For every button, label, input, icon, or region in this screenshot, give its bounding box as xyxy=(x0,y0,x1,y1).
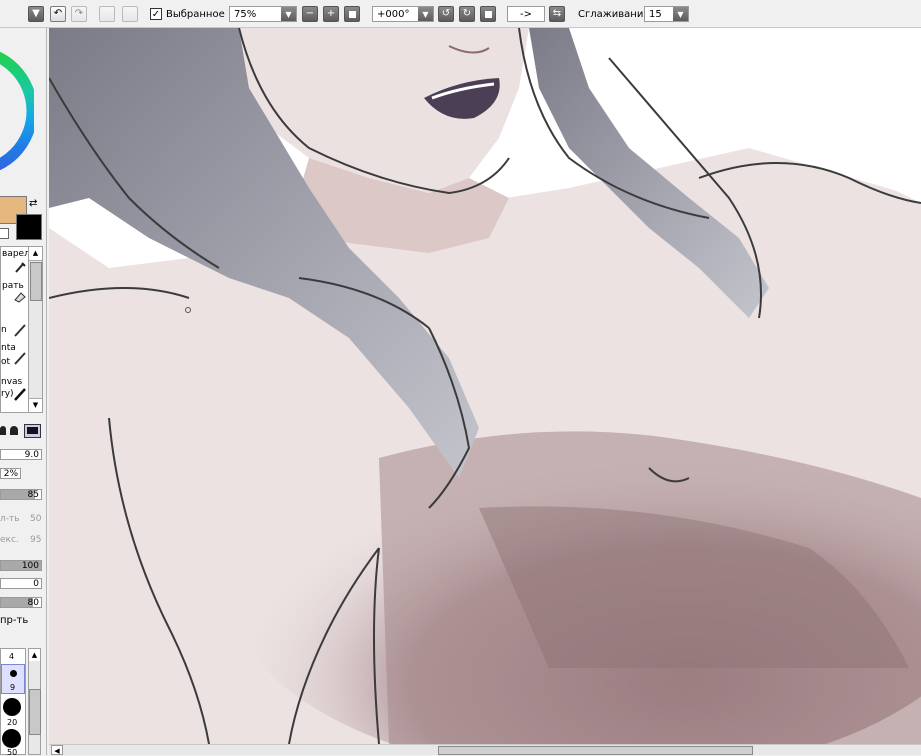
undo-button[interactable]: ↶ xyxy=(50,6,66,22)
top-toolbar: ▼ ↶ ↷ ✓ Выбранное 75% ▼ − + +000° ▼ ↺ ↻ … xyxy=(0,0,921,28)
rotation-dropdown[interactable]: +000° ▼ xyxy=(372,6,434,22)
scroll-thumb[interactable] xyxy=(30,262,42,301)
chevron-down-icon: ▼ xyxy=(281,7,296,21)
brush-size-item[interactable]: 20 xyxy=(1,694,25,727)
brush-dot xyxy=(2,729,21,748)
blending-slider[interactable]: 100 xyxy=(0,560,42,571)
scroll-arrow-icon[interactable]: ◀ xyxy=(51,745,63,755)
swap-colors-icon[interactable]: ⇄ xyxy=(29,198,37,209)
rotate-right-icon[interactable]: ↻ xyxy=(459,6,475,22)
deselect-icon[interactable] xyxy=(122,6,138,22)
chevron-down-icon: ▼ xyxy=(673,7,688,21)
density-slider[interactable]: 85 xyxy=(0,489,42,500)
brush-shape-row xyxy=(0,424,42,438)
eraser-icon xyxy=(14,292,26,303)
rotation-value: +000° xyxy=(377,8,410,20)
scroll-arrow-icon[interactable]: ▼ xyxy=(29,398,42,412)
undo-icon: ↶ xyxy=(53,8,63,19)
tool-list: варел рать n nta ot nvas ry) xyxy=(0,246,30,413)
chevron-down-icon: ▼ xyxy=(418,7,433,21)
zoom-in-icon[interactable]: + xyxy=(323,6,339,22)
menu-arrow-icon[interactable]: ▼ xyxy=(28,6,44,22)
pen-icon xyxy=(14,388,26,401)
transparent-color-icon[interactable] xyxy=(0,228,9,239)
keep-opacity-label: пр-ть xyxy=(0,615,29,626)
selection-label: Выбранное xyxy=(166,9,225,20)
eyedropper-icon xyxy=(15,262,26,273)
brush-dot xyxy=(10,670,17,677)
artwork xyxy=(49,28,921,744)
select-icon[interactable] xyxy=(99,6,115,22)
zoom-value: 75% xyxy=(234,8,257,20)
blend-value: 50 xyxy=(30,514,42,524)
brush-size-item-selected[interactable]: 9 xyxy=(1,664,25,694)
scroll-thumb[interactable] xyxy=(29,689,41,735)
pen-icon xyxy=(14,352,26,365)
brush-shape-soft[interactable] xyxy=(10,426,18,435)
flip-button[interactable]: -> xyxy=(507,6,545,22)
flip-icon[interactable]: ⇆ xyxy=(549,6,565,22)
dilution-slider[interactable]: 0 xyxy=(0,578,42,589)
rotate-reset-glyph xyxy=(484,10,492,18)
tool-item-pen[interactable]: n xyxy=(1,325,7,335)
tool-item-blur[interactable]: рать xyxy=(2,281,24,291)
zoom-out-glyph: − xyxy=(305,8,315,19)
selection-checkbox[interactable]: ✓ xyxy=(150,8,162,20)
texture-label: екс. xyxy=(0,535,19,545)
rotate-reset-icon[interactable] xyxy=(480,6,496,22)
stabilizer-dropdown[interactable]: 15 ▼ xyxy=(644,6,689,22)
secondary-color-swatch[interactable] xyxy=(16,214,42,240)
zoom-out-icon[interactable]: − xyxy=(302,6,318,22)
brush-size-list: 4 9 20 50 xyxy=(0,648,26,755)
blending-value: 100 xyxy=(21,561,39,571)
canvas-horizontal-scrollbar[interactable]: ◀ xyxy=(49,744,921,755)
rotate-left-icon[interactable]: ↺ xyxy=(438,6,454,22)
zoom-in-glyph: + xyxy=(326,8,336,19)
density-value: 85 xyxy=(27,490,39,500)
blend-label: л-ть xyxy=(0,514,20,524)
stabilizer-label: Сглаживание xyxy=(578,9,650,20)
brush-shape-round[interactable] xyxy=(0,426,6,435)
zoom-reset-icon[interactable] xyxy=(344,6,360,22)
brush-size-item[interactable]: 4 xyxy=(1,649,25,664)
brush-shape-flat[interactable] xyxy=(24,424,41,438)
pen-icon xyxy=(14,324,26,337)
tool-sidebar: ⇄ варел рать n nta ot nvas ry) ▲ ▼ 9.0 2… xyxy=(0,28,47,755)
persistence-slider[interactable]: 80 xyxy=(0,597,42,608)
brush-size-label: 9 xyxy=(10,683,16,692)
brush-size-label: 4 xyxy=(9,652,15,661)
tool-item-watercolor[interactable]: варел xyxy=(2,249,30,259)
brush-size-item[interactable]: 50 xyxy=(1,726,25,755)
dilution-value: 0 xyxy=(33,579,39,589)
stabilizer-value: 15 xyxy=(649,8,662,20)
brush-size-scrollbar[interactable]: ▲ xyxy=(28,648,41,755)
redo-button[interactable]: ↷ xyxy=(71,6,87,22)
zoom-dropdown[interactable]: 75% ▼ xyxy=(229,6,297,22)
flip-label: -> xyxy=(520,8,532,20)
scroll-arrow-icon[interactable]: ▲ xyxy=(29,649,40,661)
color-wheel[interactable] xyxy=(0,36,34,186)
brush-size-label: 50 xyxy=(7,748,18,755)
brush-size-field[interactable]: 9.0 xyxy=(0,449,42,460)
tool-item-canvas[interactable]: nvas xyxy=(1,377,22,387)
redo-icon: ↷ xyxy=(74,8,84,19)
zoom-reset-glyph xyxy=(348,10,356,18)
scroll-arrow-icon[interactable]: ▲ xyxy=(29,247,42,261)
scroll-thumb[interactable] xyxy=(438,746,753,755)
persistence-value: 80 xyxy=(27,598,39,608)
drawing-canvas[interactable] xyxy=(49,28,921,744)
tool-item-spot[interactable]: ot xyxy=(1,357,10,367)
texture-value: 95 xyxy=(30,535,42,545)
menu-arrow-glyph: ▼ xyxy=(32,8,40,19)
brush-dot xyxy=(3,698,21,716)
min-size-field[interactable]: 2% xyxy=(0,468,21,479)
min-size-value: 2% xyxy=(3,469,18,479)
tool-list-scrollbar[interactable]: ▲ ▼ xyxy=(28,246,43,413)
brush-size-value: 9.0 xyxy=(24,450,39,460)
tool-item-dry[interactable]: ry) xyxy=(1,389,14,399)
